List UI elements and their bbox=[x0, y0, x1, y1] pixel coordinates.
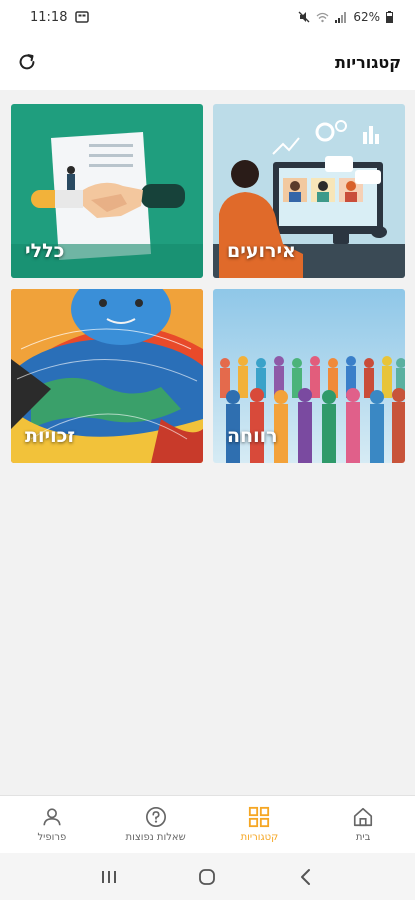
grid-icon bbox=[249, 806, 270, 828]
battery-percent: 62% bbox=[353, 10, 380, 24]
category-card-rights[interactable]: זכויות bbox=[11, 289, 203, 463]
category-card-welfare[interactable]: רווחה bbox=[213, 289, 405, 463]
page-title: קטגוריות bbox=[334, 52, 401, 72]
app-header: קטגוריות bbox=[0, 34, 415, 90]
home-icon bbox=[354, 807, 373, 827]
nav-label-categories: קטגוריות bbox=[240, 832, 279, 843]
nav-item-home[interactable]: בית bbox=[311, 796, 415, 853]
category-label: כללי bbox=[25, 240, 65, 262]
category-card-events[interactable]: אירועים bbox=[213, 104, 405, 278]
notification-icon bbox=[75, 11, 90, 23]
refresh-icon bbox=[19, 54, 35, 70]
bottom-navigation: בית קטגוריות שאלות נפוצות פרופיל bbox=[0, 795, 415, 853]
status-bar: 11:18 62% bbox=[0, 0, 415, 34]
nav-label-home: בית bbox=[355, 832, 371, 843]
refresh-button[interactable] bbox=[14, 49, 40, 75]
nav-item-profile[interactable]: פרופיל bbox=[0, 796, 104, 853]
nav-label-profile: פרופיל bbox=[37, 832, 67, 843]
battery-icon bbox=[386, 11, 393, 23]
recent-apps-button[interactable] bbox=[89, 862, 129, 892]
mute-icon bbox=[298, 11, 310, 23]
nav-item-faq[interactable]: שאלות נפוצות bbox=[104, 796, 208, 853]
category-label: זכויות bbox=[25, 425, 75, 447]
back-button[interactable] bbox=[286, 862, 326, 892]
category-card-general[interactable]: כללי bbox=[11, 104, 203, 278]
category-label: אירועים bbox=[227, 240, 296, 262]
question-icon bbox=[145, 807, 166, 827]
home-system-button[interactable] bbox=[187, 862, 227, 892]
profile-icon bbox=[43, 808, 61, 826]
recent-apps-icon bbox=[102, 870, 117, 883]
home-circle-icon bbox=[199, 868, 216, 885]
status-time: 11:18 bbox=[30, 9, 68, 25]
signal-icon bbox=[335, 11, 347, 23]
wifi-icon bbox=[316, 12, 329, 22]
system-navigation-bar bbox=[0, 853, 415, 900]
nav-item-categories[interactable]: קטגוריות bbox=[208, 796, 312, 853]
chevron-left-icon bbox=[300, 868, 310, 885]
category-label: רווחה bbox=[227, 425, 278, 447]
nav-label-faq: שאלות נפוצות bbox=[125, 832, 186, 843]
